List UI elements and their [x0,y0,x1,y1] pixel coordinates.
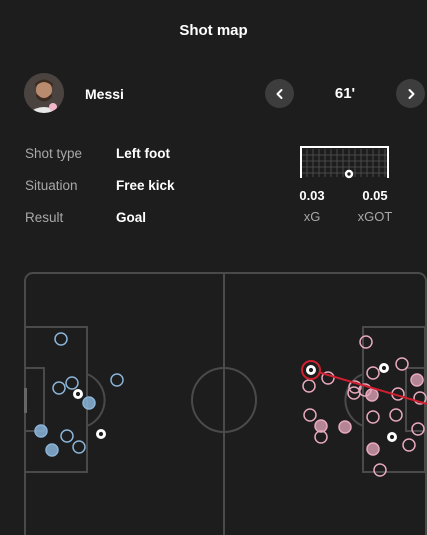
shot-marker-right[interactable] [395,357,409,371]
shot-marker-right[interactable] [366,366,380,380]
shot-marker-left[interactable] [82,396,96,410]
shot-marker-right[interactable] [314,430,328,444]
previous-shot-button[interactable] [265,79,294,108]
goal-ball-icon [344,169,354,179]
xgot-value: 0.05 [362,188,388,203]
shot-marker-right[interactable] [314,419,328,433]
player-photo-icon [24,73,64,113]
shot-marker-right[interactable] [338,420,352,434]
chevron-left-icon [276,88,282,99]
goal-ball-icon[interactable] [387,432,397,442]
player-avatar[interactable] [24,73,64,113]
shot-type-value: Left foot [116,146,170,161]
player-name[interactable]: Messi [85,86,124,102]
shot-map-title: Shot map [179,22,248,39]
shot-marker-left[interactable] [45,443,59,457]
goal-ball-icon[interactable] [73,389,83,399]
shot-marker-right[interactable] [402,438,416,452]
goal-ball-icon[interactable] [96,429,106,439]
shot-marker-left[interactable] [54,332,68,346]
shot-marker-left[interactable] [110,373,124,387]
shot-type-label: Shot type [25,146,83,161]
shot-marker-right[interactable] [389,408,403,422]
result-label: Result [25,210,64,225]
shot-marker-right[interactable] [411,422,425,436]
shot-marker-right[interactable] [366,442,380,456]
next-shot-button[interactable] [396,79,425,108]
goal-ball-icon[interactable] [379,363,389,373]
situation-value: Free kick [116,178,175,193]
xg-value: 0.03 [299,188,325,203]
shot-marker-left[interactable] [72,440,86,454]
shot-marker-right[interactable] [302,379,316,393]
shot-marker-right[interactable] [365,388,379,402]
shot-marker-left[interactable] [34,424,48,438]
shot-minute: 61' [334,85,356,102]
shot-marker-right[interactable] [359,335,373,349]
xgot-label: xGOT [357,209,393,224]
shot-marker-right[interactable] [410,373,424,387]
chevron-right-icon [408,88,414,99]
shot-marker-left[interactable] [60,429,74,443]
result-value: Goal [116,210,147,225]
shot-marker-left[interactable] [52,381,66,395]
shot-marker-right[interactable] [366,410,380,424]
shot-marker-right[interactable] [373,463,387,477]
left-goal-mouth [24,388,27,413]
goal-frame-icon [300,146,389,179]
situation-label: Situation [25,178,78,193]
xg-label: xG [303,209,321,224]
goal-ball-icon[interactable] [306,365,316,375]
shot-marker-right[interactable] [303,408,317,422]
shot-marker-left[interactable] [65,376,79,390]
pitch-shot-map[interactable] [24,272,427,535]
